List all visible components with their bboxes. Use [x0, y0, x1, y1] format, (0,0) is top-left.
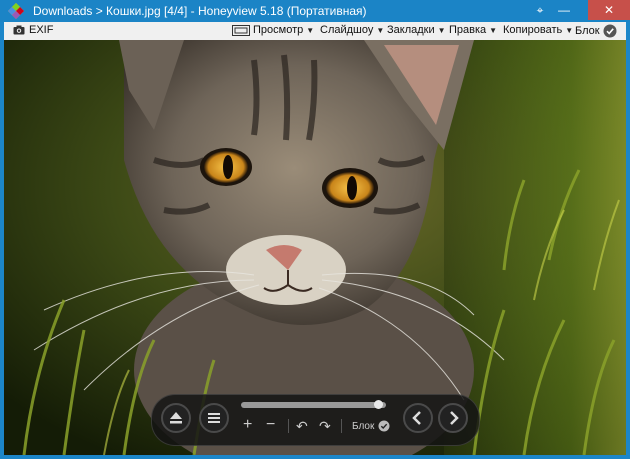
hamburger-icon: [208, 413, 220, 423]
chevron-down-icon: ▼: [565, 25, 574, 35]
rotate-right-button[interactable]: ↷: [319, 418, 331, 435]
camera-icon: [13, 25, 25, 35]
minimize-button[interactable]: —: [553, 0, 575, 20]
app-window: Downloads > Кошки.jpg [4/4] - Honeyview …: [0, 0, 630, 459]
next-button[interactable]: [438, 403, 468, 433]
divider: [341, 419, 342, 433]
kitten-photo: [4, 40, 626, 455]
exif-button[interactable]: EXIF: [13, 24, 53, 36]
chevron-left-icon: [412, 411, 421, 425]
position-progress-bar[interactable]: [241, 400, 386, 409]
check-circle-icon: [378, 420, 390, 432]
menu-edit[interactable]: Правка ▼: [449, 24, 497, 36]
menu-bookmarks[interactable]: Закладки ▼: [387, 24, 446, 36]
rotate-left-button[interactable]: ↶: [296, 418, 308, 435]
menu-view-label: Просмотр: [253, 24, 304, 36]
eject-icon: [170, 412, 182, 424]
zoom-out-button[interactable]: −: [266, 416, 275, 434]
menu-copy[interactable]: Копировать ▼: [503, 24, 573, 36]
lock-toggle[interactable]: Блок: [352, 420, 390, 432]
menu-edit-label: Правка: [449, 24, 487, 36]
previous-button[interactable]: [403, 403, 433, 433]
menu-bar: EXIF Просмотр ▼ Слайдшоу ▼ Закладки ▼ Пр…: [4, 22, 626, 40]
eject-button[interactable]: [161, 403, 191, 433]
chevron-down-icon: ▼: [489, 25, 498, 35]
honeyview-logo-icon: [8, 3, 24, 19]
title-bar[interactable]: Downloads > Кошки.jpg [4/4] - Honeyview …: [0, 0, 630, 22]
chevron-down-icon: ▼: [306, 25, 315, 35]
chevron-down-icon: ▼: [437, 25, 446, 35]
menu-bookmarks-label: Закладки: [387, 24, 435, 36]
menu-slideshow[interactable]: Слайдшоу ▼: [320, 24, 384, 36]
chevron-down-icon: ▼: [376, 25, 385, 35]
lock-label: Блок: [352, 420, 375, 432]
menu-view[interactable]: Просмотр ▼: [232, 24, 314, 36]
chevron-right-icon: [450, 411, 459, 425]
film-icon: [232, 24, 250, 36]
zoom-in-button[interactable]: +: [243, 416, 252, 434]
menu-slideshow-label: Слайдшоу: [320, 24, 374, 36]
divider: [288, 419, 289, 433]
menu-lock-label: Блок: [575, 25, 600, 37]
pin-icon[interactable]: ⌖: [532, 0, 548, 20]
exif-label: EXIF: [29, 24, 54, 36]
menu-lock[interactable]: Блок: [575, 24, 617, 38]
menu-button[interactable]: [199, 403, 229, 433]
progress-thumb[interactable]: [374, 400, 384, 409]
image-viewport[interactable]: [4, 40, 626, 455]
window-title: Downloads > Кошки.jpg [4/4] - Honeyview …: [33, 4, 367, 18]
menu-copy-label: Копировать: [503, 24, 563, 36]
check-circle-icon: [603, 24, 617, 38]
close-button[interactable]: ✕: [588, 0, 630, 20]
